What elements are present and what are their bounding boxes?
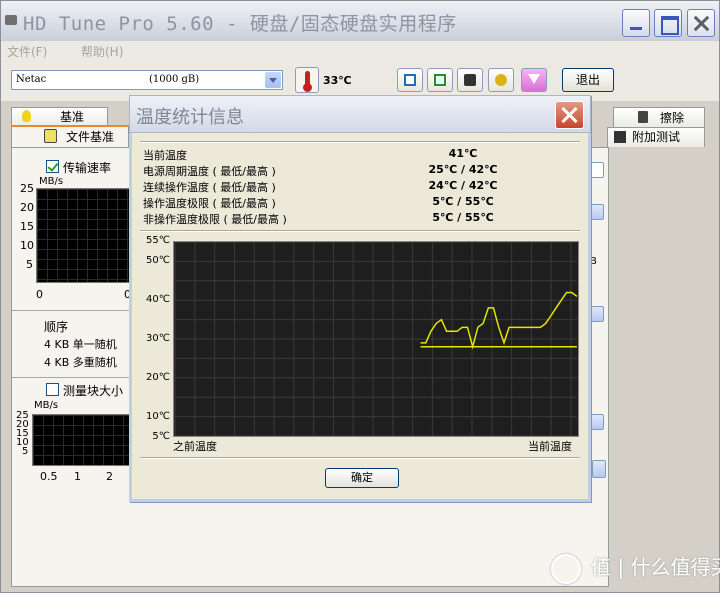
transfer-rate-checkbox[interactable] bbox=[46, 160, 59, 173]
main-window: HD Tune Pro 5.60 - 硬盘/固态硬盘实用程序 文件(F) 帮助(… bbox=[0, 0, 720, 593]
extra-tests-icon bbox=[614, 131, 626, 143]
block-size-label: 测量块大小 bbox=[63, 384, 124, 398]
tab-erase[interactable]: 擦除 bbox=[613, 107, 705, 127]
tab-file-benchmark-label: 文件基准 bbox=[66, 130, 115, 144]
divider bbox=[140, 141, 580, 143]
copy-icon bbox=[404, 74, 416, 86]
x-tick-label: 2 bbox=[106, 470, 113, 483]
stat-value: 41℃ bbox=[448, 147, 478, 160]
minimize-button[interactable] bbox=[622, 9, 650, 37]
file-benchmark-icon bbox=[44, 129, 57, 143]
chevron-down-icon[interactable] bbox=[265, 72, 281, 88]
ok-button[interactable]: 确定 bbox=[325, 468, 399, 488]
x-tick-label: 0 bbox=[36, 288, 43, 301]
watermark-text: 值 | 什么值得买 bbox=[591, 555, 720, 579]
stat-label: 非操作温度极限 ( 最低/最高 ) bbox=[143, 213, 287, 226]
dialog-close-button[interactable] bbox=[555, 101, 584, 129]
watermark-icon bbox=[551, 554, 581, 584]
stat-value: 5℃ / 55℃ bbox=[432, 211, 494, 224]
y-tick-label: 15 bbox=[20, 220, 34, 233]
screenshot-button[interactable] bbox=[457, 68, 483, 92]
y-tick-label: 50℃ bbox=[146, 254, 170, 266]
drive-name: Netac bbox=[16, 74, 47, 85]
divider bbox=[12, 310, 130, 311]
y-tick-label: 20℃ bbox=[146, 372, 170, 384]
y-tick-label: 25 bbox=[20, 182, 34, 195]
divider bbox=[12, 377, 130, 378]
dialog-title-bar[interactable]: 温度统计信息 bbox=[129, 95, 591, 133]
stat-value: 24℃ / 42℃ bbox=[428, 179, 498, 192]
drive-select[interactable]: Netac (1000 gB) bbox=[11, 70, 283, 90]
save-button[interactable] bbox=[521, 68, 547, 92]
thermometer-icon[interactable] bbox=[295, 67, 319, 93]
title-bar[interactable]: HD Tune Pro 5.60 - 硬盘/固态硬盘实用程序 bbox=[1, 1, 719, 41]
tab-benchmark-label: 基准 bbox=[60, 110, 85, 124]
close-button[interactable] bbox=[687, 9, 715, 37]
stat-label: 电源周期温度 ( 最低/最高 ) bbox=[143, 165, 276, 178]
copy-all-icon bbox=[434, 74, 446, 86]
side-dropdown[interactable] bbox=[590, 204, 604, 220]
y-tick-label: 5 bbox=[22, 446, 29, 457]
y-tick-label: 40℃ bbox=[146, 293, 170, 305]
x-start-label: 之前温度 bbox=[173, 440, 217, 453]
exit-button[interactable]: 退出 bbox=[562, 68, 614, 92]
transfer-unit: MB/s bbox=[39, 176, 64, 187]
copy-info-button[interactable] bbox=[397, 68, 423, 92]
random-single-label: 4 KB 单一随机 bbox=[44, 338, 117, 351]
stat-value: 5℃ / 55℃ bbox=[432, 195, 494, 208]
y-tick-label: 30℃ bbox=[146, 333, 170, 344]
temperature-graph bbox=[173, 241, 579, 437]
window-title: HD Tune Pro 5.60 - 硬盘/固态硬盘实用程序 bbox=[23, 13, 457, 35]
dialog-title: 温度统计信息 bbox=[136, 107, 244, 128]
drive-size: (1000 gB) bbox=[149, 74, 200, 85]
random-multi-label: 4 KB 多重随机 bbox=[44, 356, 117, 369]
copy-all-button[interactable] bbox=[427, 68, 453, 92]
drive-temperature: 33℃ bbox=[323, 74, 352, 87]
transfer-rate-graph bbox=[36, 188, 136, 283]
y-tick-label: 10℃ bbox=[146, 411, 170, 423]
lightbulb-icon bbox=[22, 110, 31, 122]
camera-icon bbox=[464, 74, 476, 86]
tab-file-benchmark[interactable]: 文件基准 bbox=[11, 125, 129, 147]
side-unit-fragment: B bbox=[590, 256, 597, 267]
block-unit: MB/s bbox=[34, 400, 59, 411]
stat-label: 操作温度极限 ( 最低/最高 ) bbox=[143, 197, 276, 210]
menu-file[interactable]: 文件(F) bbox=[7, 43, 47, 60]
transfer-rate-label: 传输速率 bbox=[63, 161, 112, 175]
y-tick-label: 5℃ bbox=[152, 431, 170, 442]
trash-icon bbox=[638, 111, 648, 123]
divider bbox=[140, 457, 580, 459]
block-size-checkbox[interactable] bbox=[46, 383, 59, 396]
side-spinner[interactable] bbox=[592, 460, 606, 478]
stat-label: 连续操作温度 ( 最低/最高 ) bbox=[143, 181, 276, 194]
app-icon bbox=[5, 15, 17, 25]
stat-label: 当前温度 bbox=[143, 149, 187, 162]
maximize-button[interactable] bbox=[654, 9, 682, 37]
y-tick-label: 20 bbox=[20, 201, 34, 214]
side-dropdown[interactable] bbox=[590, 306, 604, 322]
menu-bar: 文件(F) 帮助(H) bbox=[1, 41, 719, 61]
tab-extra-tests[interactable]: 附加测试 bbox=[607, 127, 705, 147]
block-size-graph bbox=[32, 414, 130, 466]
options-button[interactable] bbox=[488, 68, 514, 92]
side-field[interactable] bbox=[590, 162, 604, 178]
y-tick-label: 10 bbox=[20, 239, 34, 252]
y-tick-label: 55℃ bbox=[146, 235, 170, 246]
tab-benchmark[interactable]: 基准 bbox=[11, 107, 108, 127]
y-tick-label: 5 bbox=[26, 258, 33, 271]
menu-help[interactable]: 帮助(H) bbox=[81, 43, 123, 60]
temperature-dialog: 温度统计信息 当前温度 41℃ 电源周期温度 ( 最低/最高 ) 25℃ / 4… bbox=[129, 95, 591, 502]
arrow-down-icon bbox=[528, 74, 540, 84]
tab-extra-tests-label: 附加测试 bbox=[632, 130, 681, 144]
side-dropdown[interactable] bbox=[590, 414, 604, 430]
x-end-label: 当前温度 bbox=[528, 440, 572, 453]
x-tick-label: 0.5 bbox=[40, 470, 58, 483]
divider bbox=[140, 230, 580, 232]
stat-value: 25℃ / 42℃ bbox=[428, 163, 498, 176]
tab-erase-label: 擦除 bbox=[660, 111, 685, 125]
x-tick-label: 1 bbox=[74, 470, 81, 483]
tools-icon bbox=[495, 74, 507, 86]
order-label: 顺序 bbox=[44, 320, 69, 334]
